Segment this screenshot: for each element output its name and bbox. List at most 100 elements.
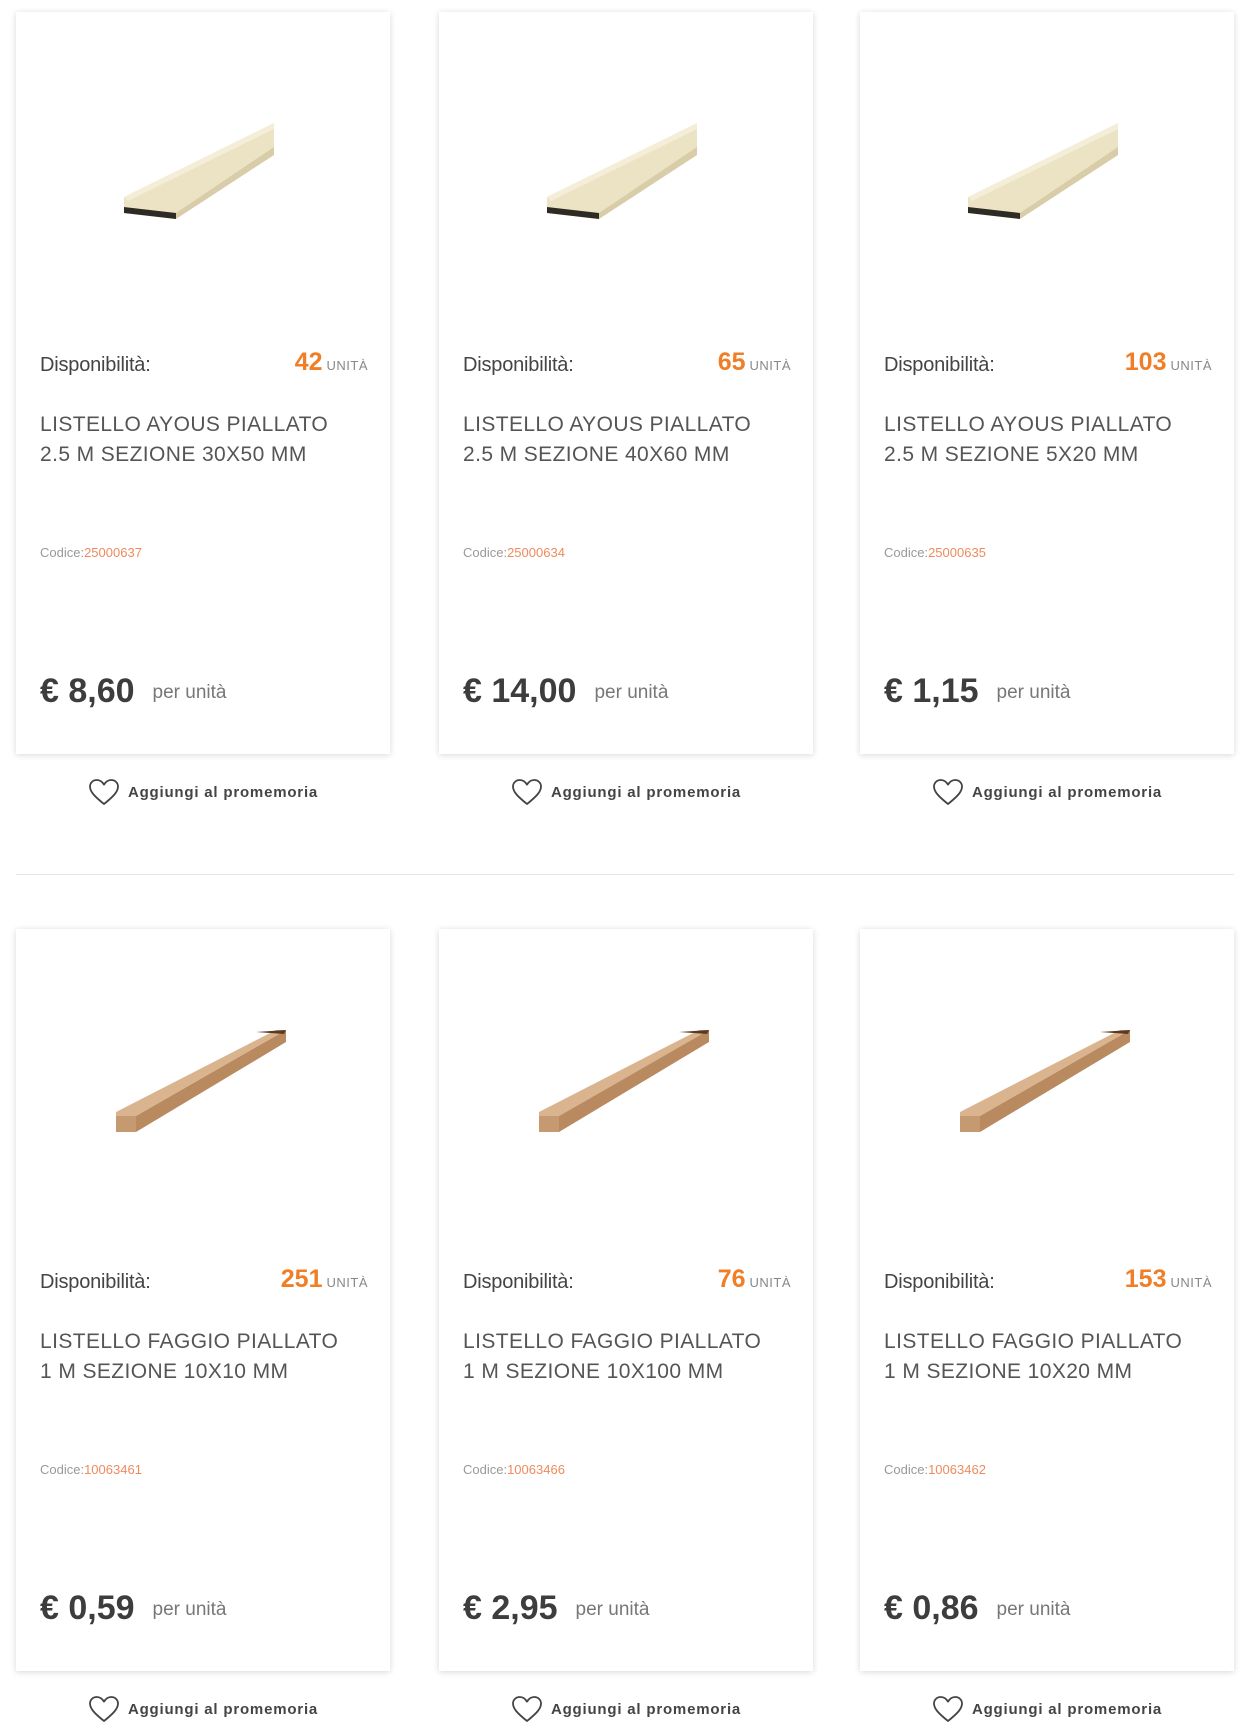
wishlist-label[interactable]: Aggiungi al promemoria: [972, 1701, 1162, 1718]
product-code: Codice:10063461: [40, 1462, 142, 1477]
product-title-line-2[interactable]: 2.5 M SEZIONE 40X60 MM: [463, 440, 793, 470]
product-code: Codice:25000635: [884, 545, 986, 560]
stock-count: 76: [717, 1265, 746, 1293]
product-card[interactable]: Disponibilità: 103 UNITÀ LISTELLO AYOUS P…: [860, 12, 1234, 754]
product-title-line-2[interactable]: 1 M SEZIONE 10X10 MM: [40, 1357, 370, 1387]
product-code: Codice:10063462: [884, 1462, 986, 1477]
product-card[interactable]: Disponibilità: 76 UNITÀ LISTELLO FAGGIO P…: [439, 929, 813, 1671]
product-title-line-1[interactable]: LISTELLO FAGGIO PIALLATO: [463, 1327, 793, 1357]
price-unit-label: per unità: [594, 682, 669, 703]
product-code-label: Codice:: [884, 545, 929, 560]
stock-count: 42: [294, 348, 323, 376]
product-image[interactable]: [439, 929, 813, 1249]
product-code-label: Codice:: [463, 1462, 508, 1477]
add-to-wishlist-button[interactable]: Aggiungi al promemoria: [932, 778, 1162, 806]
availability-value: 76 UNITÀ: [718, 1265, 791, 1294]
product-title-line-1[interactable]: LISTELLO AYOUS PIALLATO: [884, 410, 1214, 440]
product-image[interactable]: [860, 12, 1234, 332]
product-code: Codice:25000634: [463, 545, 565, 560]
price-unit-label: per unità: [575, 1599, 650, 1620]
product-card[interactable]: Disponibilità: 251 UNITÀ LISTELLO FAGGIO …: [16, 929, 390, 1671]
add-to-wishlist-button[interactable]: Aggiungi al promemoria: [932, 1695, 1162, 1723]
availability-label: Disponibilità:: [463, 1271, 574, 1293]
add-to-wishlist-button[interactable]: Aggiungi al promemoria: [511, 778, 741, 806]
ayous-plank-image: [124, 123, 274, 219]
wishlist-label[interactable]: Aggiungi al promemoria: [551, 1701, 741, 1718]
heart-icon: [512, 1696, 542, 1722]
product-title[interactable]: LISTELLO FAGGIO PIALLATO 1 M SEZIONE 10X…: [40, 1327, 370, 1387]
product-price: € 0,59: [40, 1589, 135, 1627]
product-column-6: Disponibilità: 153 UNITÀ LISTELLO FAGGIO …: [860, 929, 1234, 1722]
product-title-line-2[interactable]: 2.5 M SEZIONE 30X50 MM: [40, 440, 370, 470]
stock-count: 103: [1124, 348, 1167, 376]
availability-row: Disponibilità: 76 UNITÀ: [463, 1265, 791, 1297]
heart-icon: [89, 1696, 119, 1722]
product-code-value: 10063466: [507, 1462, 565, 1477]
price-block: € 0,86 per unità: [884, 1589, 1070, 1628]
product-card[interactable]: Disponibilità: 42 UNITÀ LISTELLO AYOUS PI…: [16, 12, 390, 754]
product-title-line-1[interactable]: LISTELLO AYOUS PIALLATO: [40, 410, 370, 440]
product-image[interactable]: [16, 12, 390, 332]
add-to-wishlist-button[interactable]: Aggiungi al promemoria: [88, 778, 318, 806]
price-block: € 14,00 per unità: [463, 672, 668, 711]
add-to-wishlist-button[interactable]: Aggiungi al promemoria: [511, 1695, 741, 1723]
product-code-label: Codice:: [40, 1462, 85, 1477]
product-title[interactable]: LISTELLO AYOUS PIALLATO 2.5 M SEZIONE 30…: [40, 410, 370, 470]
availability-label: Disponibilità:: [40, 1271, 151, 1293]
wishlist-label[interactable]: Aggiungi al promemoria: [128, 784, 318, 801]
product-card[interactable]: Disponibilità: 153 UNITÀ LISTELLO FAGGIO …: [860, 929, 1234, 1671]
wishlist-label[interactable]: Aggiungi al promemoria: [551, 784, 741, 801]
price-block: € 2,95 per unità: [463, 1589, 649, 1628]
stock-unit: UNITÀ: [749, 1275, 791, 1290]
product-code-value: 25000637: [84, 545, 142, 560]
product-price: € 14,00: [463, 672, 577, 710]
add-to-wishlist-button[interactable]: Aggiungi al promemoria: [88, 1695, 318, 1723]
availability-value: 103 UNITÀ: [1125, 348, 1212, 377]
availability-value: 65 UNITÀ: [718, 348, 791, 377]
stock-count: 251: [280, 1265, 323, 1293]
product-title-line-2[interactable]: 1 M SEZIONE 10X20 MM: [884, 1357, 1214, 1387]
price-unit-label: per unità: [996, 682, 1071, 703]
product-title-line-1[interactable]: LISTELLO AYOUS PIALLATO: [463, 410, 793, 440]
wishlist-button-wrap: Aggiungi al promemoria: [16, 1695, 390, 1725]
availability-row: Disponibilità: 153 UNITÀ: [884, 1265, 1212, 1297]
wishlist-button-wrap: Aggiungi al promemoria: [439, 778, 813, 812]
wishlist-button-wrap: Aggiungi al promemoria: [439, 1695, 813, 1725]
product-price: € 2,95: [463, 1589, 558, 1627]
product-code-value: 25000635: [928, 545, 986, 560]
availability-row: Disponibilità: 42 UNITÀ: [40, 348, 368, 380]
product-title[interactable]: LISTELLO FAGGIO PIALLATO 1 M SEZIONE 10X…: [463, 1327, 793, 1387]
product-code: Codice:10063466: [463, 1462, 565, 1477]
product-price: € 0,86: [884, 1589, 979, 1627]
wishlist-label[interactable]: Aggiungi al promemoria: [972, 784, 1162, 801]
product-card[interactable]: Disponibilità: 65 UNITÀ LISTELLO AYOUS PI…: [439, 12, 813, 754]
stock-count: 65: [717, 348, 746, 376]
product-title-line-2[interactable]: 1 M SEZIONE 10X100 MM: [463, 1357, 793, 1387]
beech-batten-image: [539, 1030, 709, 1132]
product-image[interactable]: [439, 12, 813, 332]
product-title-line-2[interactable]: 2.5 M SEZIONE 5X20 MM: [884, 440, 1214, 470]
availability-value: 153 UNITÀ: [1125, 1265, 1212, 1294]
heart-icon: [933, 1696, 963, 1722]
product-image[interactable]: [860, 929, 1234, 1249]
product-column-2: Disponibilità: 65 UNITÀ LISTELLO AYOUS PI…: [439, 12, 813, 805]
product-title[interactable]: LISTELLO AYOUS PIALLATO 2.5 M SEZIONE 5X…: [884, 410, 1214, 470]
product-title[interactable]: LISTELLO FAGGIO PIALLATO 1 M SEZIONE 10X…: [884, 1327, 1214, 1387]
stock-unit: UNITÀ: [1170, 1275, 1212, 1290]
price-unit-label: per unità: [152, 1599, 227, 1620]
wishlist-button-wrap: Aggiungi al promemoria: [860, 778, 1234, 812]
price-block: € 0,59 per unità: [40, 1589, 226, 1628]
stock-unit: UNITÀ: [326, 1275, 368, 1290]
product-title-line-1[interactable]: LISTELLO FAGGIO PIALLATO: [40, 1327, 370, 1357]
product-title[interactable]: LISTELLO AYOUS PIALLATO 2.5 M SEZIONE 40…: [463, 410, 793, 470]
availability-row: Disponibilità: 103 UNITÀ: [884, 348, 1212, 380]
product-code-value: 10063462: [928, 1462, 986, 1477]
stock-unit: UNITÀ: [326, 358, 368, 373]
availability-label: Disponibilità:: [40, 354, 151, 376]
product-code-label: Codice:: [884, 1462, 929, 1477]
wishlist-label[interactable]: Aggiungi al promemoria: [128, 1701, 318, 1718]
price-block: € 1,15 per unità: [884, 672, 1070, 711]
product-image[interactable]: [16, 929, 390, 1249]
product-title-line-1[interactable]: LISTELLO FAGGIO PIALLATO: [884, 1327, 1214, 1357]
wishlist-button-wrap: Aggiungi al promemoria: [16, 778, 390, 812]
